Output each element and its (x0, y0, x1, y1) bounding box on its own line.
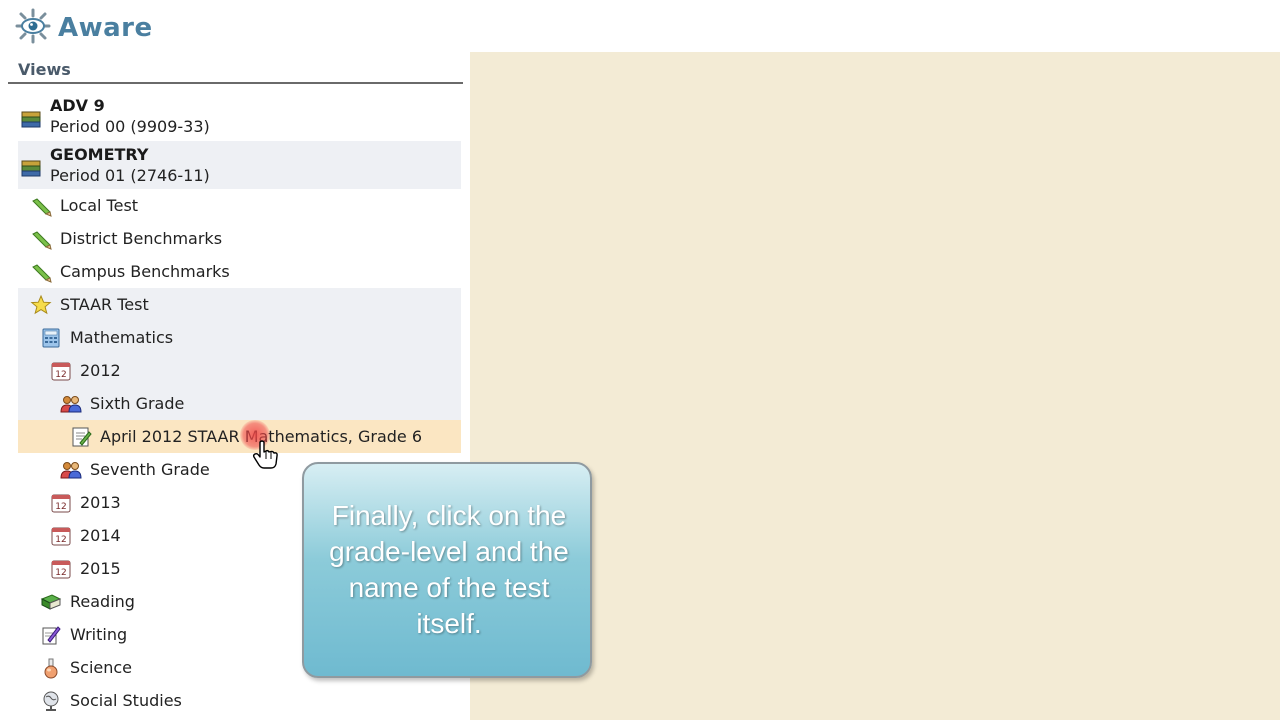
tree-item-label: Reading (70, 592, 135, 611)
tree-item-label: Sixth Grade (90, 394, 185, 413)
star-icon (30, 294, 52, 316)
stack-books-icon (20, 157, 42, 179)
svg-text:12: 12 (55, 502, 66, 512)
tree-item-label: Local Test (60, 196, 139, 215)
calendar-icon: 12 (50, 558, 72, 580)
calendar-icon: 12 (50, 492, 72, 514)
tree-item-social-studies[interactable]: Social Studies (18, 684, 461, 717)
svg-text:12: 12 (55, 370, 66, 380)
tree-item-adv9[interactable]: ADV 9 Period 00 (9909-33) (18, 92, 461, 140)
tree-item-label: 2012 (80, 361, 121, 380)
tree-item-local-test[interactable]: Local Test (18, 189, 461, 222)
tree-item-geometry[interactable]: GEOMETRY Period 01 (2746-11) (18, 141, 461, 189)
flask-icon (40, 657, 62, 679)
tree-item-campus-benchmarks[interactable]: Campus Benchmarks (18, 255, 461, 288)
hand-cursor-icon (252, 440, 278, 474)
tree-item-label: District Benchmarks (60, 229, 223, 248)
users-icon (60, 459, 82, 481)
tree-item-2012[interactable]: 12 2012 (18, 354, 461, 387)
svg-text:12: 12 (55, 568, 66, 578)
tree-item-staar-test[interactable]: STAAR Test (18, 288, 461, 321)
tutorial-callout: Finally, click on the grade-level and th… (302, 462, 592, 678)
calendar-icon: 12 (50, 525, 72, 547)
callout-text: Finally, click on the grade-level and th… (329, 500, 569, 639)
tree-item-label: 2013 (80, 493, 121, 512)
tree-item-bold-label: ADV 9 (50, 96, 105, 115)
book-icon (40, 591, 62, 613)
app-name: Aware (58, 13, 153, 43)
tree-item-sublabel: Period 00 (9909-33) (50, 117, 210, 136)
tree-item-label: Writing (70, 625, 128, 644)
document-icon (70, 426, 92, 448)
calendar-icon: 12 (50, 360, 72, 382)
tree-item-label: 2015 (80, 559, 121, 578)
app-window: Aware Views ADV 9 Period 00 (9909-33) GE… (0, 0, 1280, 720)
tree-item-sublabel: Period 01 (2746-11) (50, 166, 210, 185)
users-icon (60, 393, 82, 415)
header: Aware (0, 0, 1280, 52)
tree-item-label: 2014 (80, 526, 121, 545)
eye-logo-icon (14, 8, 52, 48)
views-divider (8, 82, 463, 84)
tree-item-label: Mathematics (70, 328, 174, 347)
tree-item-label: Social Studies (70, 691, 182, 710)
pencil-icon (30, 228, 52, 250)
app-logo[interactable]: Aware (14, 8, 153, 48)
pencil-icon (30, 195, 52, 217)
views-title: Views (18, 60, 71, 79)
tree-item-district-benchmarks[interactable]: District Benchmarks (18, 222, 461, 255)
tree-item-label: STAAR Test (60, 295, 149, 314)
tree-item-sixth-grade[interactable]: Sixth Grade (18, 387, 461, 420)
tree-item-label: Campus Benchmarks (60, 262, 230, 281)
pencil-icon (30, 261, 52, 283)
tree-item-bold-label: GEOMETRY (50, 145, 149, 164)
stack-books-icon (20, 108, 42, 130)
globe-icon (40, 690, 62, 712)
tree-item-mathematics[interactable]: Mathematics (18, 321, 461, 354)
svg-text:12: 12 (55, 535, 66, 545)
calculator-icon (40, 327, 62, 349)
pen-paper-icon (40, 624, 62, 646)
tree-item-label: Science (70, 658, 133, 677)
tree-item-label: Seventh Grade (90, 460, 210, 479)
